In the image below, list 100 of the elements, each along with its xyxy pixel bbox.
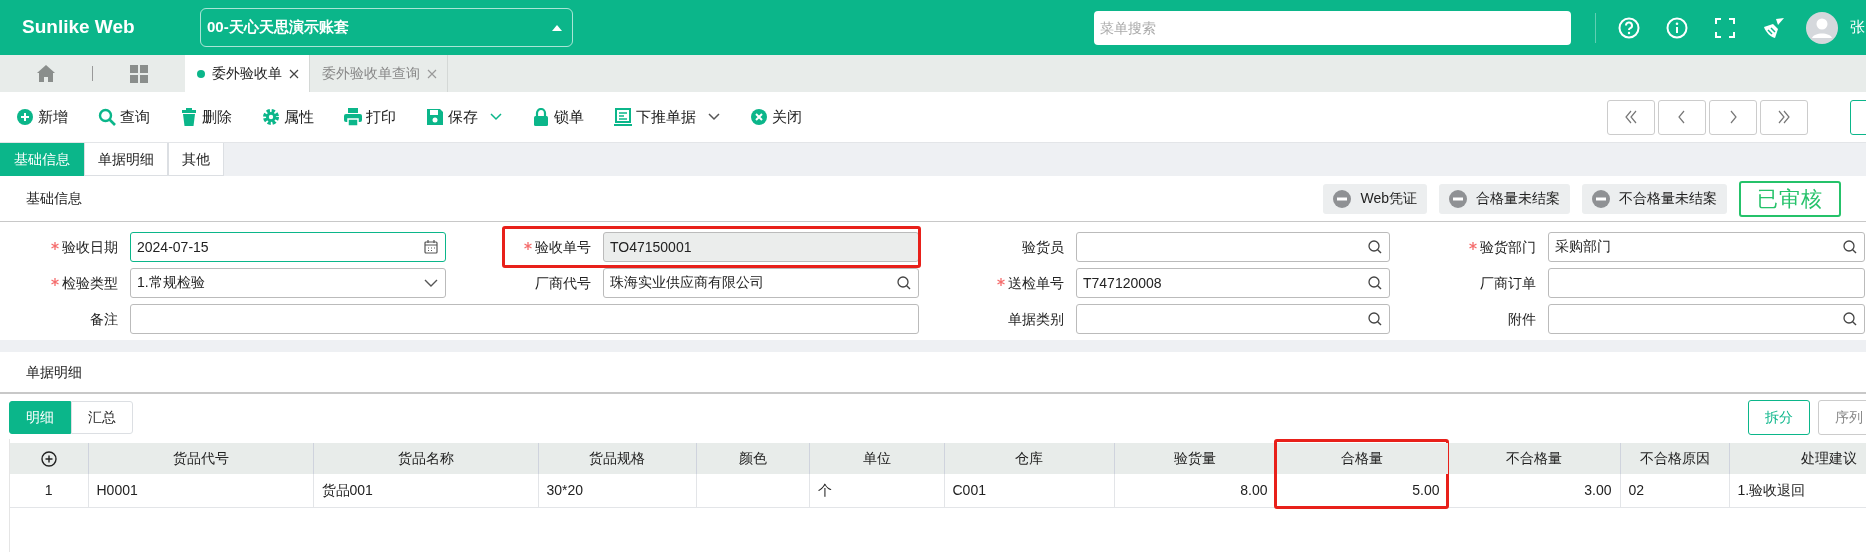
table-cell: 8.00 [1114, 474, 1276, 507]
column-header[interactable]: 货品名称 [313, 443, 538, 474]
column-header[interactable]: 不合格原因 [1620, 443, 1729, 474]
table-cell: 02 [1620, 474, 1729, 507]
page-tab[interactable]: 委外验收单 [185, 55, 310, 92]
lookup-field[interactable]: 珠海实业供应商有限公司 [603, 268, 919, 298]
table-cell: H0001 [88, 474, 313, 507]
grid-icon[interactable] [130, 64, 148, 83]
search-icon [98, 108, 116, 126]
field-label: 厂商代号 [535, 274, 591, 291]
toolbar-button[interactable]: 打印 [344, 105, 396, 129]
chevron-down-icon[interactable] [424, 279, 438, 287]
home-icon[interactable] [37, 65, 55, 82]
help-icon[interactable] [1618, 16, 1640, 39]
column-header[interactable]: 仓库 [944, 443, 1114, 474]
detail-tab[interactable]: 汇总 [71, 400, 133, 434]
toolbar-button[interactable]: 锁单 [532, 105, 584, 129]
lookup-field[interactable]: T747120008 [1076, 268, 1390, 298]
lookup-field[interactable] [1548, 304, 1865, 334]
plus-circle-icon [16, 108, 34, 126]
detail-button[interactable]: 序列 [1818, 399, 1866, 435]
lookup-field[interactable]: 采购部门 [1548, 232, 1865, 262]
date-field[interactable]: 2024-07-15 [130, 232, 446, 262]
search-icon[interactable] [1843, 312, 1857, 326]
close-icon[interactable] [289, 68, 299, 79]
column-header[interactable]: 货品代号 [88, 443, 313, 474]
table-cell: 5.00 [1276, 474, 1448, 507]
close-icon [750, 108, 768, 126]
toolbar-button[interactable]: 属性 [262, 105, 314, 129]
field-label: 验货员 [1022, 238, 1064, 255]
toolbar-button[interactable]: 下推单据 [614, 105, 720, 129]
column-header[interactable]: 合格量 [1276, 443, 1448, 474]
search-icon[interactable] [1368, 240, 1382, 254]
double-chevron-right-icon [1776, 110, 1792, 124]
minus-circle-icon [1592, 189, 1610, 208]
add-circle-icon[interactable] [40, 451, 57, 468]
toolbar-button[interactable]: 新增 [16, 105, 68, 129]
section-title: 单据明细 [26, 362, 82, 382]
field-label: 验收日期 [51, 238, 118, 255]
table-cell: 3.00 [1448, 474, 1620, 507]
column-header[interactable]: 货品规格 [538, 443, 696, 474]
input-field[interactable] [130, 304, 919, 334]
table-cell: 个 [809, 474, 944, 507]
document-icon [614, 108, 632, 126]
caret-up-icon [552, 24, 562, 31]
column-header[interactable]: 处理建议 [1729, 443, 1866, 474]
lookup-field[interactable] [1076, 232, 1390, 262]
double-chevron-left-icon [1623, 110, 1639, 124]
column-header[interactable]: 颜色 [696, 443, 809, 474]
active-dot [197, 69, 205, 78]
table-cell: 30*20 [538, 474, 696, 507]
search-icon[interactable] [1843, 240, 1857, 254]
search-icon[interactable] [897, 276, 911, 290]
input-field[interactable]: TO47150001 [603, 232, 919, 262]
select-field[interactable]: 1.常规检验 [130, 268, 446, 298]
field-label: 验收单号 [524, 238, 591, 255]
first-page-button[interactable] [1607, 99, 1655, 135]
approved-stamp: 已审核 [1739, 180, 1841, 217]
table-cell: 货品001 [313, 474, 538, 507]
search-icon[interactable] [1368, 276, 1382, 290]
column-header[interactable]: 单位 [809, 443, 944, 474]
toolbar-button[interactable]: 查询 [98, 105, 150, 129]
lock-icon [532, 108, 550, 126]
last-page-button[interactable] [1760, 99, 1808, 135]
minus-circle-icon [1449, 189, 1467, 208]
field-label: 厂商订单 [1480, 274, 1536, 291]
previous-button[interactable] [1658, 99, 1706, 135]
next-button[interactable] [1709, 99, 1757, 135]
tag-label: 不合格量未结案 [1619, 189, 1717, 208]
toolbar-button[interactable]: 保存 [426, 105, 502, 129]
field-label: 备注 [90, 310, 118, 327]
form-tab[interactable]: 其他 [168, 143, 224, 176]
broom-icon[interactable] [1762, 16, 1786, 39]
info-icon[interactable] [1666, 16, 1688, 39]
input-field[interactable] [1548, 268, 1865, 298]
toolbar-button[interactable]: 删除 [180, 105, 232, 129]
form-tab[interactable]: 单据明细 [84, 143, 168, 176]
field-label: 检验类型 [51, 274, 118, 291]
field-label: 送检单号 [997, 274, 1064, 291]
column-header[interactable]: 验货量 [1114, 443, 1276, 474]
app-logo: Sunlike Web [21, 15, 136, 40]
section-title: 基础信息 [26, 189, 82, 208]
field-label: 附件 [1508, 310, 1536, 327]
minus-circle-icon [1333, 189, 1352, 208]
table-cell: C001 [944, 474, 1114, 507]
fullscreen-icon[interactable] [1714, 16, 1736, 39]
tag-label: 合格量未结案 [1476, 189, 1560, 208]
gear-icon [262, 108, 280, 126]
table-cell: 1 [10, 474, 88, 507]
column-header[interactable]: 不合格量 [1448, 443, 1620, 474]
toolbar-button[interactable]: 关闭 [750, 105, 802, 129]
field-label: 验货部门 [1469, 238, 1536, 255]
lookup-field[interactable] [1076, 304, 1390, 334]
search-field[interactable]: 菜单搜索 [1094, 10, 1571, 45]
avatar-icon[interactable] [1806, 11, 1838, 44]
tag-label: Web凭证 [1360, 189, 1417, 208]
table-cell: 1.验收退回 [1729, 474, 1866, 507]
printer-icon [344, 108, 362, 126]
search-icon[interactable] [1368, 312, 1382, 326]
calendar-icon[interactable] [424, 240, 438, 254]
